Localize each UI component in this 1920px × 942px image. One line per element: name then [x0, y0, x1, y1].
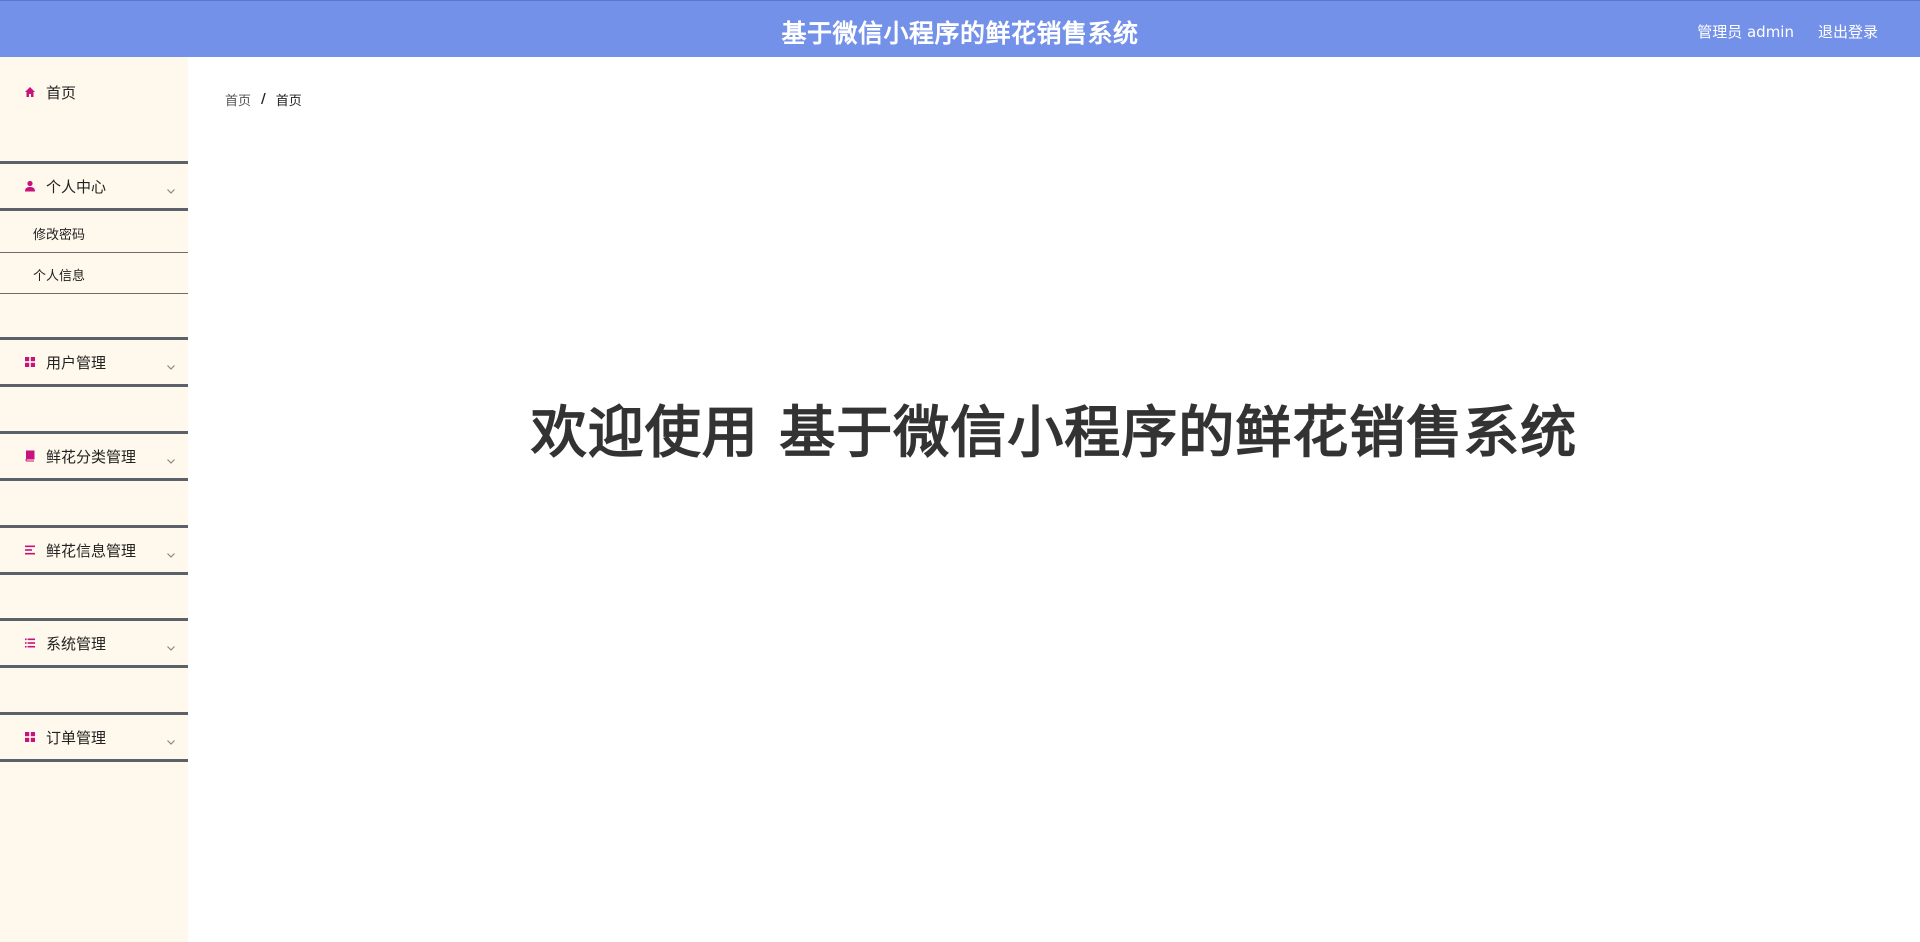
chevron-down-icon	[166, 638, 176, 651]
sidebar-item-order-management[interactable]: 订单管理	[0, 712, 188, 762]
sidebar-item-label: 用户管理	[46, 353, 107, 372]
book-icon	[24, 450, 36, 462]
list-icon	[24, 637, 36, 649]
list-icon	[24, 544, 36, 556]
welcome-heading: 欢迎使用 基于微信小程序的鲜花销售系统	[530, 401, 1578, 466]
sidebar-item-system-management[interactable]: 系统管理	[0, 618, 188, 668]
user-icon	[24, 180, 36, 192]
logout-button[interactable]: 退出登录	[1818, 21, 1878, 42]
sidebar-item-flower-info-management[interactable]: 鲜花信息管理	[0, 525, 188, 575]
app-title: 基于微信小程序的鲜花销售系统	[781, 19, 1139, 48]
breadcrumb-separator: /	[261, 92, 266, 107]
sidebar-subitem-label: 个人信息	[33, 269, 86, 284]
sidebar-item-label: 订单管理	[46, 728, 107, 747]
breadcrumb-item-home[interactable]: 首页	[225, 90, 251, 109]
sidebar-item-home[interactable]: 首页	[0, 67, 188, 117]
sidebar-subitem-personal-info[interactable]: 个人信息	[0, 253, 188, 294]
breadcrumb: 首页 / 首页	[225, 90, 302, 109]
top-header: 基于微信小程序的鲜花销售系统 管理员 admin 退出登录	[0, 0, 1920, 57]
sidebar-item-user-management[interactable]: 用户管理	[0, 337, 188, 387]
chevron-down-icon	[166, 545, 176, 558]
sidebar-item-label: 鲜花信息管理	[46, 541, 137, 560]
sidebar-subitem-label: 修改密码	[33, 228, 86, 243]
chevron-down-icon	[166, 732, 176, 745]
sidebar-subitem-change-password[interactable]: 修改密码	[0, 212, 188, 253]
sidebar-item-label: 系统管理	[46, 634, 107, 653]
sidebar-item-personal-center[interactable]: 个人中心	[0, 161, 188, 211]
chevron-down-icon	[166, 181, 176, 194]
sidebar-item-flower-category-management[interactable]: 鲜花分类管理	[0, 431, 188, 481]
chevron-down-icon	[166, 451, 176, 464]
current-user-label: 管理员 admin	[1697, 23, 1794, 41]
sidebar-item-label: 个人中心	[46, 177, 107, 196]
grid-icon	[24, 356, 36, 368]
chevron-down-icon	[166, 357, 176, 370]
sidebar-item-label: 鲜花分类管理	[46, 447, 137, 466]
sidebar: 首页 个人中心 修改密码 个人信息 用户管理 鲜花分类管理 鲜花信息管理 系统管…	[0, 57, 188, 942]
sidebar-item-label: 首页	[46, 83, 77, 102]
grid-icon	[24, 731, 36, 743]
home-icon	[24, 86, 36, 98]
breadcrumb-item-current: 首页	[275, 94, 302, 109]
